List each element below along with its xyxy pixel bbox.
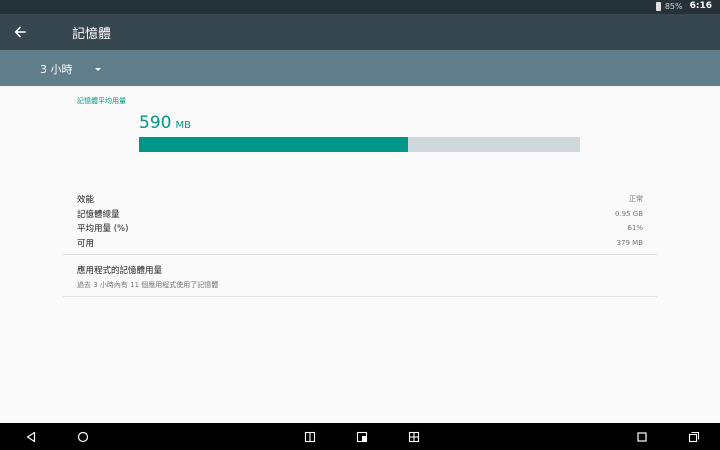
memory-content: 記憶體平均用量 590 MB 效能 正常 記憶體總量 0.95 GB 平均用量 …: [0, 86, 720, 423]
window-icon[interactable]: [347, 423, 377, 450]
memory-stats: 效能 正常 記憶體總量 0.95 GB 平均用量 (%) 61% 可用 379 …: [77, 192, 643, 250]
usage-progress-fill: [139, 137, 408, 152]
app-memory-usage-title: 應用程式的記憶體用量: [77, 266, 163, 276]
clock: 6:16: [689, 1, 712, 11]
recents-icon[interactable]: [679, 423, 709, 450]
back-triangle-icon[interactable]: [16, 423, 46, 450]
status-indicators: 85% 6:16: [655, 1, 712, 11]
stat-row-performance: 效能 正常: [77, 192, 643, 207]
stat-label: 記憶體總量: [77, 209, 120, 220]
split-screen-icon[interactable]: [295, 423, 325, 450]
stat-label: 可用: [77, 238, 95, 249]
stat-label: 平均用量 (%): [77, 224, 129, 235]
average-usage-number: 590: [139, 113, 172, 133]
grid-icon[interactable]: [399, 423, 429, 450]
stat-value: 0.95 GB: [614, 209, 643, 218]
stat-value: 61%: [627, 224, 643, 233]
status-bar: 85% 6:16: [0, 0, 720, 14]
time-range-dropdown[interactable]: 3 小時: [40, 60, 101, 78]
navigation-bar: [0, 423, 720, 450]
stat-label: 效能: [77, 195, 95, 206]
usage-progress-bar: [139, 137, 580, 152]
battery-icon: [655, 1, 661, 11]
dropdown-arrow-icon: [94, 67, 101, 71]
stat-row-available: 可用 379 MB: [77, 236, 643, 251]
app-bar: 記憶體: [0, 14, 720, 50]
stat-row-average-percent: 平均用量 (%) 61%: [77, 221, 643, 236]
app-memory-usage-item[interactable]: 應用程式的記憶體用量 過去 3 小時內有 11 個應用程式使用了記憶體: [63, 256, 657, 296]
divider: [63, 296, 657, 297]
filter-bar: 3 小時: [0, 50, 720, 86]
home-circle-icon[interactable]: [68, 423, 98, 450]
divider: [63, 254, 657, 255]
stat-value: 379 MB: [616, 238, 643, 247]
app-memory-usage-summary: 過去 3 小時內有 11 個應用程式使用了記憶體: [77, 281, 219, 289]
average-usage-value: 590 MB: [139, 113, 191, 133]
stat-row-total-memory: 記憶體總量 0.95 GB: [77, 207, 643, 222]
time-range-label: 3 小時: [40, 63, 73, 76]
arrow-back-icon[interactable]: [12, 24, 28, 40]
stat-value: 正常: [629, 195, 643, 204]
battery-percent: 85%: [664, 1, 683, 11]
average-usage-heading: 記憶體平均用量: [77, 97, 126, 105]
page-title: 記憶體: [72, 27, 112, 42]
average-usage-unit: MB: [175, 120, 191, 131]
overview-square-icon[interactable]: [627, 423, 657, 450]
